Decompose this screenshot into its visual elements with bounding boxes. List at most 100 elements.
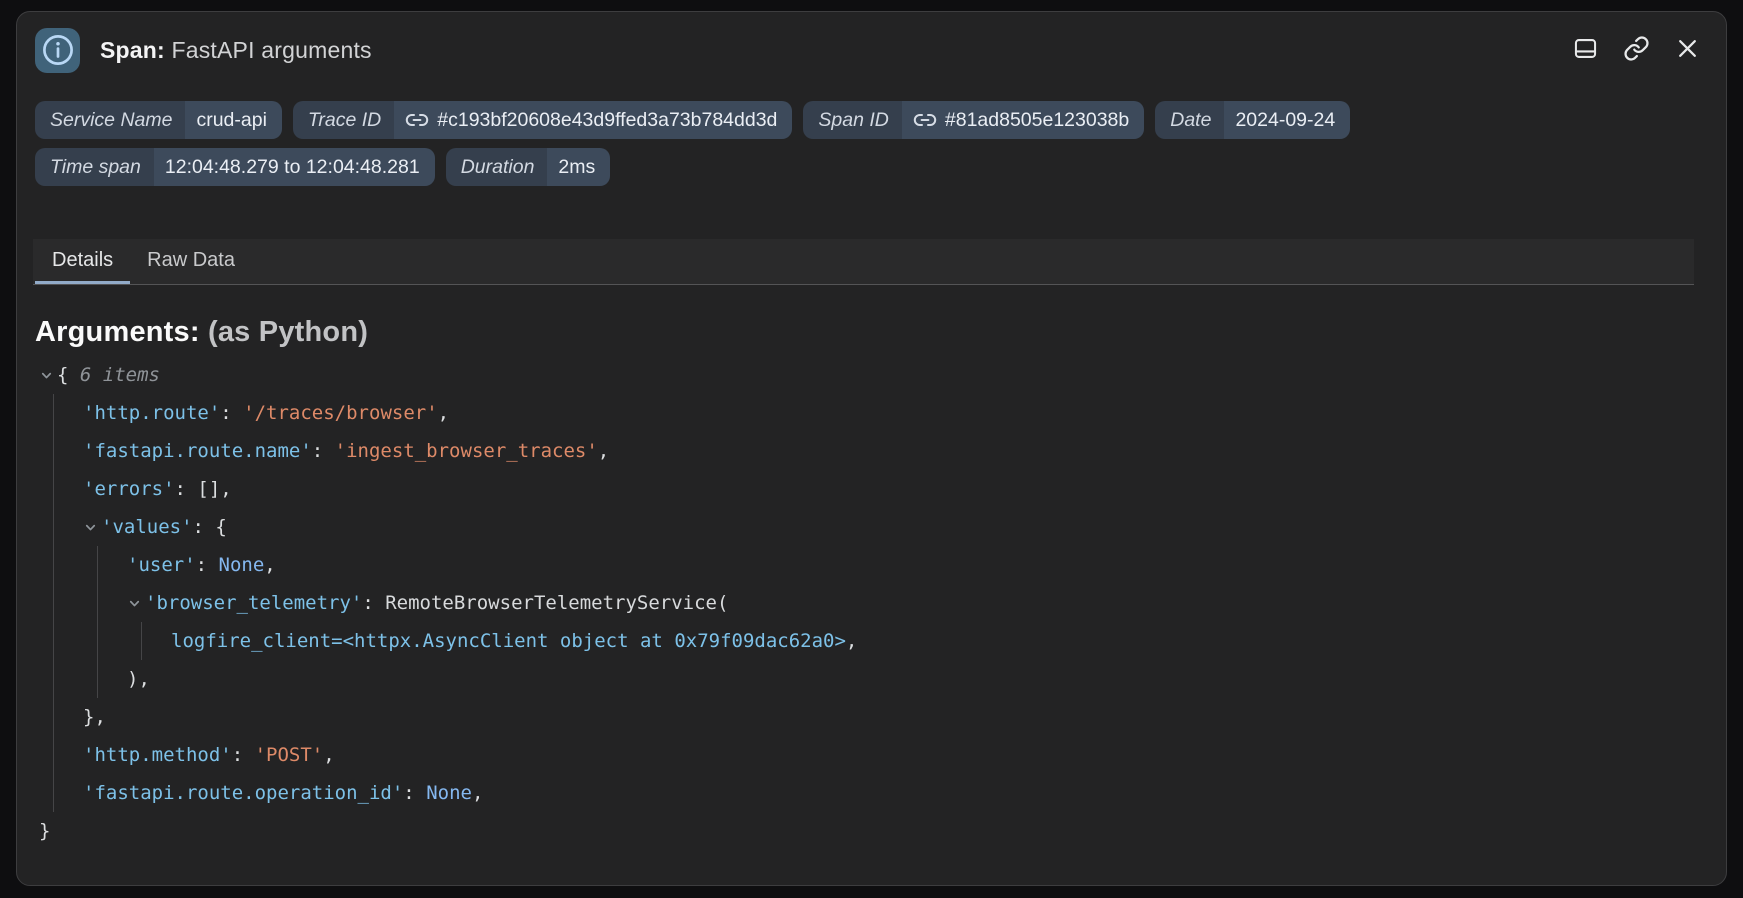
code-token-punct: { xyxy=(57,364,80,386)
badge-value-text: 2024-09-24 xyxy=(1235,109,1335,132)
code-token-str: '/traces/browser' xyxy=(243,402,437,424)
tab-details[interactable]: Details xyxy=(35,239,130,284)
span-detail-panel: Span: FastAPI arguments xyxy=(16,11,1727,886)
code-line: 'fastapi.route.name': 'ingest_browser_tr… xyxy=(35,432,1694,470)
badge-value-text: #81ad8505e123038b xyxy=(945,109,1129,132)
indent-guide-line xyxy=(53,470,54,508)
dock-panel-button[interactable] xyxy=(1570,35,1600,65)
code-token-key: 'fastapi.route.name' xyxy=(83,440,312,462)
code-line: 'values': { xyxy=(35,508,1694,546)
indent-guide-line xyxy=(53,698,54,736)
code-line: } xyxy=(35,812,1694,850)
badge-value: 12:04:48.279 to 12:04:48.281 xyxy=(154,148,435,186)
code-token-const: None xyxy=(219,554,265,576)
code-token-punct: : xyxy=(220,402,243,424)
panel-title: Span: FastAPI arguments xyxy=(100,37,372,64)
meta-badge-service-name: Service Namecrud-api xyxy=(35,101,282,139)
code-token-str: 'POST' xyxy=(255,744,324,766)
code-line: 'http.method': 'POST', xyxy=(35,736,1694,774)
code-token-key: 'http.route' xyxy=(83,402,220,424)
close-button[interactable] xyxy=(1672,35,1702,65)
badge-label: Span ID xyxy=(803,101,901,139)
code-token-punct: : [], xyxy=(175,478,232,500)
code-line: }, xyxy=(35,698,1694,736)
indent-guide-line xyxy=(53,432,54,470)
indent-guide-line xyxy=(53,736,54,774)
link-icon xyxy=(1623,35,1650,65)
indent-guide-line xyxy=(141,622,142,660)
code-token-str: 'ingest_browser_traces' xyxy=(335,440,598,462)
code-line: 'fastapi.route.operation_id': None, xyxy=(35,774,1694,812)
badge-label: Date xyxy=(1155,101,1224,139)
tab-raw-data[interactable]: Raw Data xyxy=(130,239,252,284)
code-token-key: 'values' xyxy=(101,516,193,538)
code-token-punct: , xyxy=(846,630,857,652)
badge-value-text: #c193bf20608e43d9ffed3a73b784dd3d xyxy=(437,109,777,132)
arguments-code-block: { 6 items'http.route': '/traces/browser'… xyxy=(35,356,1694,850)
badge-label: Trace ID xyxy=(293,101,394,139)
info-icon xyxy=(35,28,80,73)
panel-title-kind: Span: xyxy=(100,37,165,63)
code-token-punct: : { xyxy=(193,516,227,538)
code-token-punct: , xyxy=(438,402,449,424)
panel-title-name: FastAPI arguments xyxy=(171,37,371,63)
code-token-comment: 6 items xyxy=(80,364,160,386)
code-token-class: RemoteBrowserTelemetryService( xyxy=(385,592,728,614)
indent-guide-line xyxy=(53,660,54,698)
badge-value: #81ad8505e123038b xyxy=(902,101,1144,139)
collapse-chevron-icon[interactable] xyxy=(83,508,101,546)
code-token-key: 'user' xyxy=(127,554,196,576)
meta-badge-duration: Duration 2ms xyxy=(446,148,611,186)
code-line: ), xyxy=(35,660,1694,698)
header-actions xyxy=(1570,35,1702,65)
code-token-key: 'errors' xyxy=(83,478,175,500)
arguments-heading-label: Arguments: xyxy=(35,316,200,348)
indent-guide-line xyxy=(97,622,98,660)
code-line: 'user': None, xyxy=(35,546,1694,584)
indent-guide-line xyxy=(97,660,98,698)
tab-bar: DetailsRaw Data xyxy=(33,239,1694,285)
badge-row: Time span12:04:48.279 to 12:04:48.281 Dur… xyxy=(35,148,1694,186)
indent-guide-line xyxy=(97,584,98,622)
code-line: 'http.route': '/traces/browser', xyxy=(35,394,1694,432)
code-token-key: 'http.method' xyxy=(83,744,232,766)
meta-badge-trace-id[interactable]: Trace ID #c193bf20608e43d9ffed3a73b784dd3… xyxy=(293,101,792,139)
meta-badge-time-span: Time span12:04:48.279 to 12:04:48.281 xyxy=(35,148,435,186)
code-token-punct: : xyxy=(362,592,385,614)
badge-label: Service Name xyxy=(35,101,185,139)
badge-value-text: 2ms xyxy=(558,156,595,179)
code-token-punct: , xyxy=(323,744,334,766)
meta-badge-span-id[interactable]: Span ID #81ad8505e123038b xyxy=(803,101,1144,139)
indent-guide-line xyxy=(53,774,54,812)
indent-guide-line xyxy=(53,584,54,622)
span-metadata-badges: Service Namecrud-api Trace ID #c193bf20608… xyxy=(35,101,1694,186)
page-background: Span: FastAPI arguments xyxy=(0,0,1743,898)
code-token-key: 'fastapi.route.operation_id' xyxy=(83,782,403,804)
code-token-punct: ), xyxy=(127,668,150,690)
copy-link-button[interactable] xyxy=(1621,35,1651,65)
code-token-const: None xyxy=(426,782,472,804)
collapse-chevron-icon[interactable] xyxy=(39,356,57,394)
badge-row: Service Namecrud-api Trace ID #c193bf20608… xyxy=(35,101,1694,139)
code-line: { 6 items xyxy=(35,356,1694,394)
code-token-punct: : xyxy=(232,744,255,766)
close-icon xyxy=(1674,35,1701,65)
arguments-heading: Arguments: (as Python) xyxy=(35,316,1694,349)
code-line: 'errors': [], xyxy=(35,470,1694,508)
panel-header: Span: FastAPI arguments xyxy=(35,26,1694,74)
link-icon xyxy=(405,108,429,132)
badge-value-text: 12:04:48.279 to 12:04:48.281 xyxy=(165,156,420,179)
code-line: 'browser_telemetry': RemoteBrowserTeleme… xyxy=(35,584,1694,622)
panel-bottom-icon xyxy=(1572,35,1599,65)
code-token-punct: , xyxy=(472,782,483,804)
code-line: logfire_client=<httpx.AsyncClient object… xyxy=(35,622,1694,660)
indent-guide-line xyxy=(53,394,54,432)
badge-value: #c193bf20608e43d9ffed3a73b784dd3d xyxy=(394,101,792,139)
code-token-punct: : xyxy=(403,782,426,804)
badge-label: Duration xyxy=(446,148,548,186)
code-token-obj: logfire_client=<httpx.AsyncClient object… xyxy=(171,630,846,652)
code-token-punct: , xyxy=(598,440,609,462)
collapse-chevron-icon[interactable] xyxy=(127,584,145,622)
code-token-key: 'browser_telemetry' xyxy=(145,592,362,614)
code-token-punct: , xyxy=(264,554,275,576)
